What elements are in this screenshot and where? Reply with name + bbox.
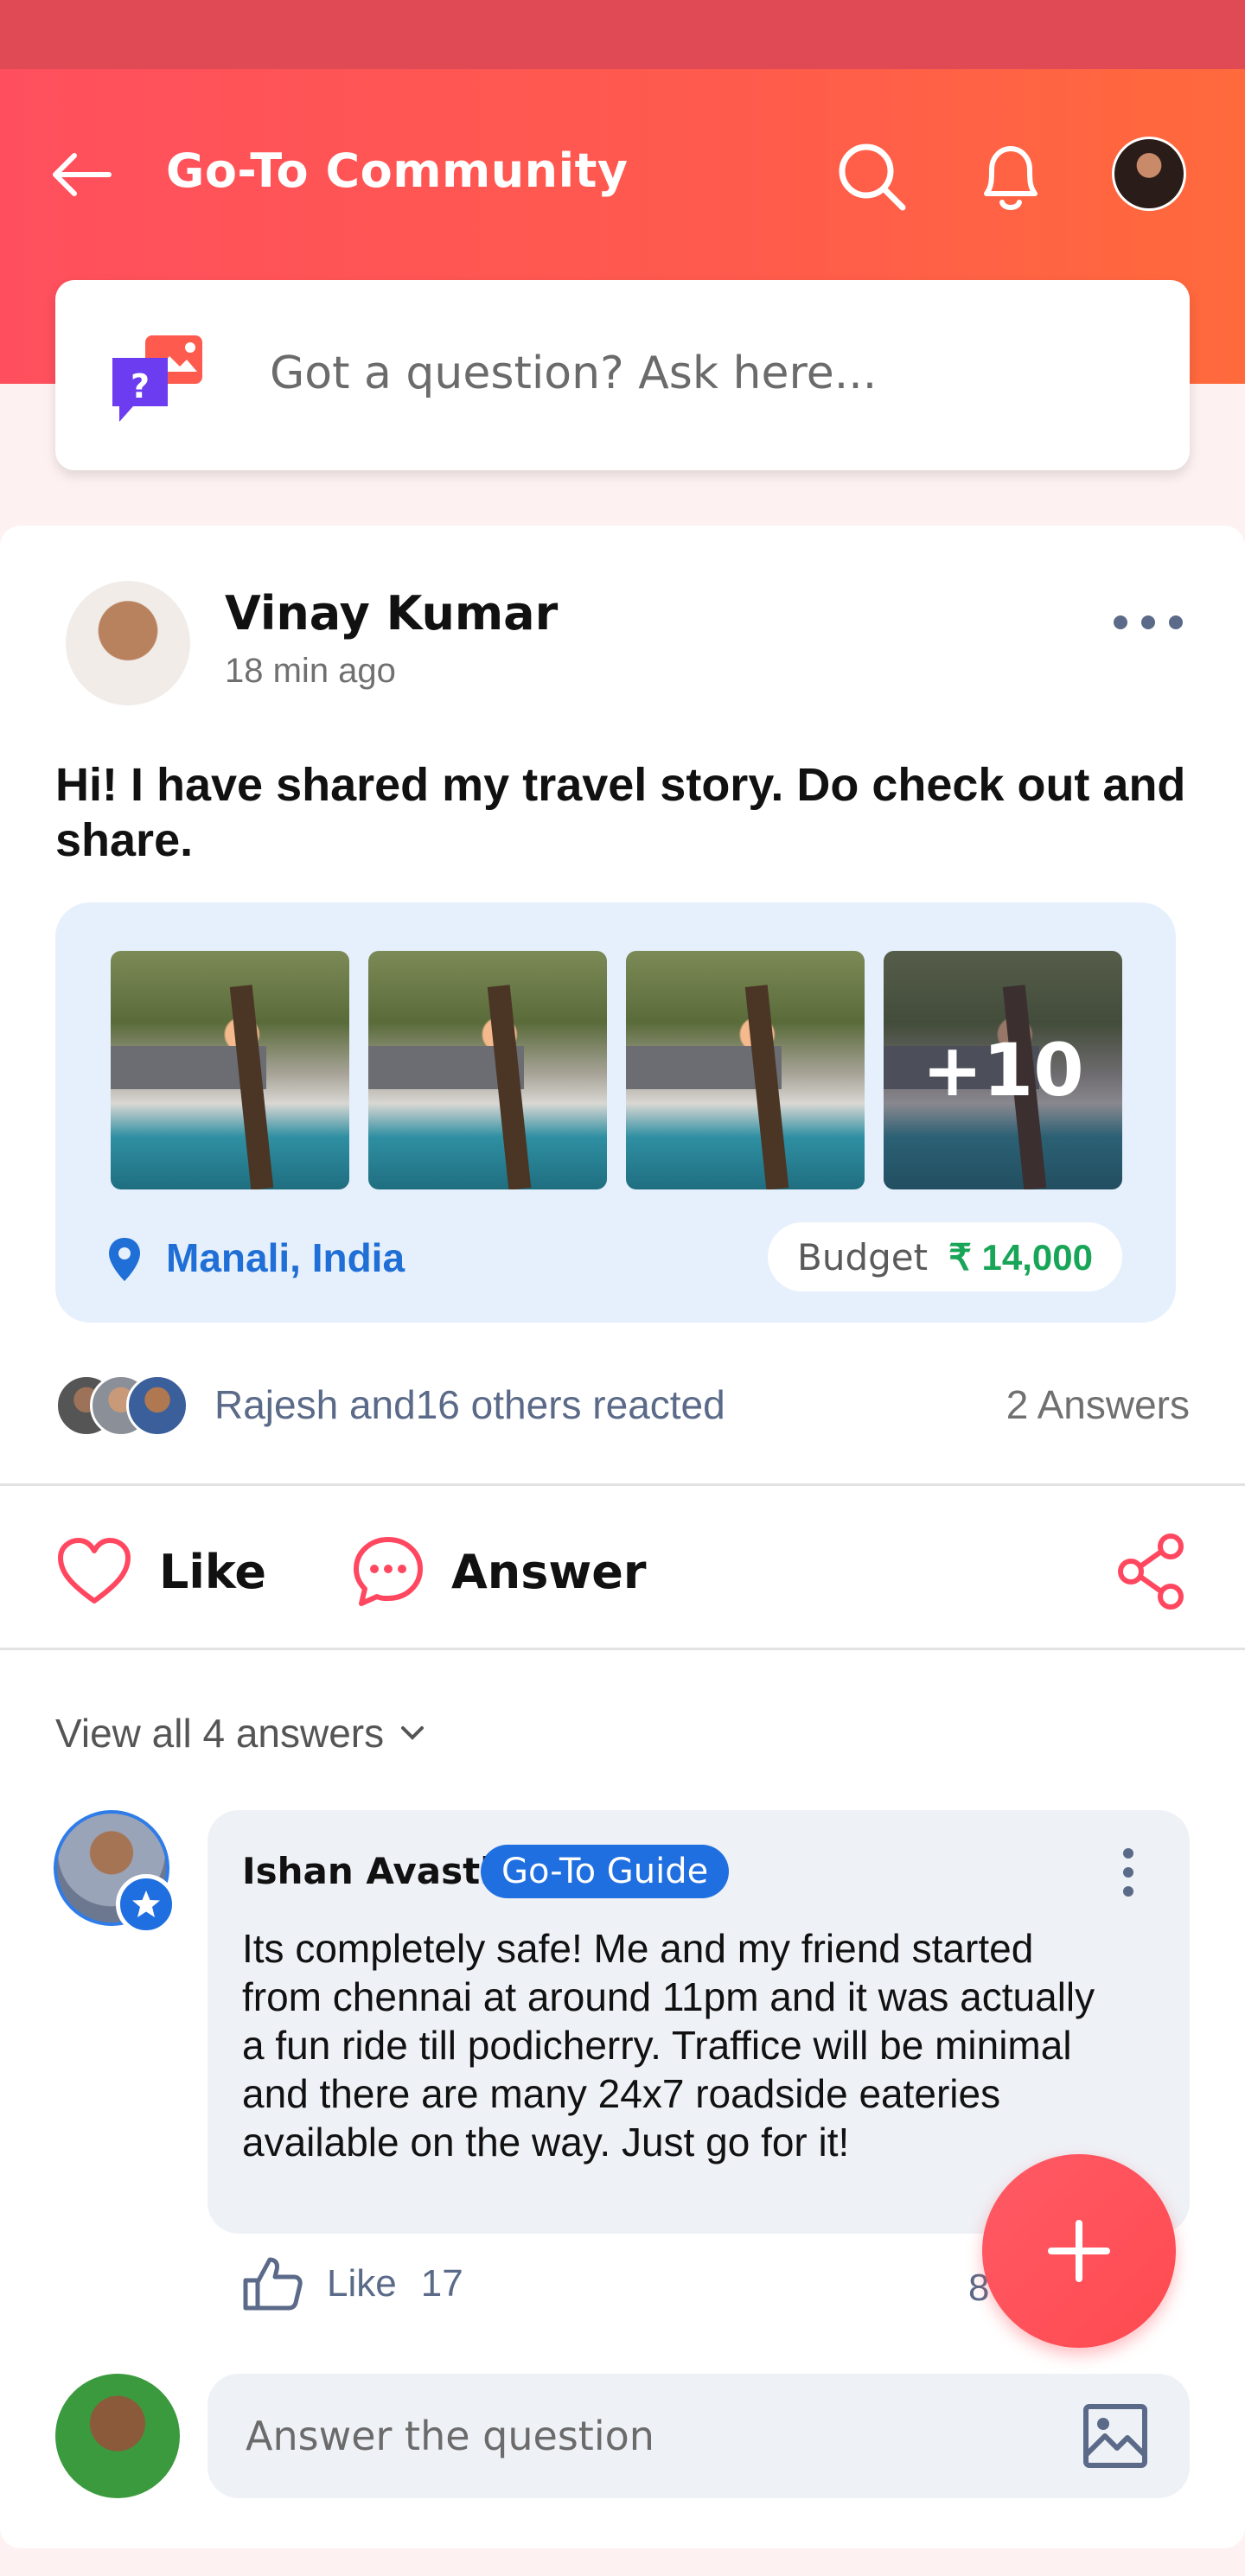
share-button[interactable] — [1110, 1530, 1193, 1613]
author-avatar[interactable] — [66, 581, 190, 705]
view-all-label: View all 4 answers — [55, 1711, 385, 1756]
view-all-answers[interactable]: View all 4 answers — [55, 1710, 425, 1757]
answer-field[interactable] — [208, 2374, 1190, 2498]
chevron-down-icon — [401, 1726, 425, 1740]
answers-count[interactable]: 2 Answers — [1006, 1381, 1190, 1428]
answerer-name[interactable]: Ishan Avasti — [242, 1850, 493, 1892]
divider — [0, 1648, 1245, 1650]
share-icon — [1118, 1533, 1184, 1610]
answer-button[interactable]: Answer — [351, 1530, 647, 1613]
story-photo[interactable] — [111, 951, 349, 1189]
answer-like-count: 17 — [420, 2262, 463, 2305]
answer-like-label: Like — [327, 2262, 397, 2305]
ask-question-box[interactable]: ? Got a question? Ask here... — [55, 280, 1190, 470]
notifications-button[interactable] — [972, 137, 1050, 214]
divider — [0, 1483, 1245, 1486]
chat-bubble-icon — [354, 1537, 423, 1606]
post-more-button[interactable] — [1114, 605, 1183, 640]
ask-question-icon: ? — [112, 335, 202, 422]
profile-avatar[interactable] — [1112, 137, 1186, 211]
budget-label: Budget — [797, 1235, 929, 1278]
heart-icon — [58, 1538, 131, 1604]
like-label: Like — [159, 1544, 267, 1599]
post-text: Hi! I have shared my travel story. Do ch… — [55, 759, 1186, 866]
story-photo[interactable] — [368, 951, 607, 1189]
star-icon — [132, 1891, 160, 1917]
bell-icon — [984, 146, 1038, 210]
search-icon — [839, 143, 906, 211]
story-photo-more[interactable]: +10 — [884, 951, 1122, 1189]
answer-like-button[interactable]: Like 17 — [242, 2256, 463, 2311]
travel-story-card[interactable]: +10 Manali, India Budget ₹ 14,000 — [55, 902, 1176, 1323]
answer-input[interactable] — [246, 2413, 1024, 2459]
answer-text: Its completely safe! Me and my friend st… — [242, 1926, 1095, 2165]
post-timestamp: 18 min ago — [225, 652, 396, 690]
budget-value: ₹ 14,000 — [948, 1236, 1093, 1278]
thumbs-up-icon — [243, 2257, 303, 2311]
more-photos-count: +10 — [922, 1028, 1084, 1113]
more-dot-icon — [1169, 615, 1183, 629]
more-dot-icon — [1141, 615, 1155, 629]
ask-placeholder: Got a question? Ask here... — [270, 348, 878, 399]
guide-tag: Go-To Guide — [481, 1845, 730, 1898]
location-label[interactable]: Manali, India — [166, 1234, 405, 1281]
my-avatar[interactable] — [55, 2374, 180, 2498]
add-button[interactable] — [982, 2154, 1176, 2348]
avatar — [126, 1374, 188, 1437]
plus-icon — [1048, 2220, 1110, 2282]
back-button[interactable] — [48, 149, 114, 201]
more-dot-icon — [1123, 1886, 1133, 1897]
reactions-summary[interactable]: Rajesh and16 others reacted — [214, 1381, 725, 1428]
svg-text:?: ? — [131, 367, 150, 405]
arrow-left-icon — [53, 153, 112, 196]
more-dot-icon — [1114, 615, 1127, 629]
location-pin-icon — [109, 1238, 140, 1281]
more-dot-icon — [1123, 1867, 1133, 1878]
more-dot-icon — [1123, 1848, 1133, 1859]
page-title: Go-To Community — [166, 143, 629, 198]
answer-more-button[interactable] — [1122, 1848, 1134, 1897]
author-name[interactable]: Vinay Kumar — [225, 586, 558, 641]
image-icon[interactable] — [1082, 2403, 1148, 2469]
story-photo[interactable] — [626, 951, 865, 1189]
status-bar — [0, 0, 1245, 69]
search-button[interactable] — [832, 137, 910, 214]
budget-pill: Budget ₹ 14,000 — [768, 1222, 1122, 1291]
reactor-avatars[interactable] — [55, 1374, 194, 1440]
guide-badge — [116, 1874, 176, 1935]
like-button[interactable]: Like — [55, 1530, 266, 1613]
answer-label: Answer — [451, 1544, 647, 1599]
